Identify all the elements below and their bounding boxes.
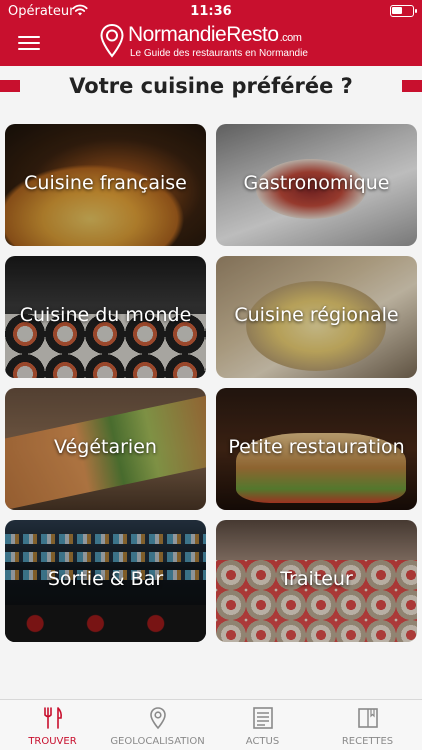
brand-main: NormandieResto [128, 23, 279, 46]
tab-trouver[interactable]: TROUVER [0, 700, 105, 750]
tab-label: RECETTES [341, 736, 394, 747]
menu-line [18, 36, 40, 38]
tab-actus[interactable]: ACTUS [210, 700, 315, 750]
fork-knife-icon [44, 707, 62, 729]
heading-accent-right [402, 80, 422, 92]
clock: 11:36 [190, 4, 232, 19]
category-tile-cuisine-du-monde[interactable]: Cuisine du monde [5, 256, 206, 378]
bottom-tab-bar: TROUVER GEOLOCALISATION ACTUS RECETTES [0, 699, 422, 750]
category-tile-sortie-bar[interactable]: Sortie & Bar [5, 520, 206, 642]
tab-recettes[interactable]: RECETTES [315, 700, 420, 750]
category-label: Gastronomique [243, 172, 390, 194]
category-label: Cuisine française [24, 172, 187, 194]
category-tile-vegetarien[interactable]: Végétarien [5, 388, 206, 510]
category-tile-petite-restauration[interactable]: Petite restauration [216, 388, 417, 510]
category-label: Cuisine du monde [19, 304, 192, 326]
brand-tagline: Le Guide des restaurants en Normandie [130, 48, 308, 59]
location-pin-icon [150, 707, 166, 730]
newspaper-icon [253, 707, 273, 729]
category-tile-traiteur[interactable]: Traiteur [216, 520, 417, 642]
category-label: Petite restauration [228, 436, 405, 458]
battery-icon [390, 5, 417, 17]
category-label: Sortie & Bar [47, 568, 164, 590]
category-label: Cuisine régionale [234, 304, 399, 326]
menu-line [18, 48, 40, 50]
menu-line [18, 42, 40, 44]
brand-logo[interactable]: NormandieResto.com Le Guide des restaura… [100, 22, 330, 62]
page-title: Votre cuisine préférée ? [69, 74, 353, 98]
category-tile-cuisine-regionale[interactable]: Cuisine régionale [216, 256, 417, 378]
category-label: Traiteur [280, 568, 353, 590]
page-heading: Votre cuisine préférée ? [0, 66, 422, 108]
menu-button[interactable] [18, 36, 40, 51]
category-tile-gastronomique[interactable]: Gastronomique [216, 124, 417, 246]
status-bar: Opérateur 11:36 [0, 0, 422, 22]
tab-label: TROUVER [28, 736, 77, 747]
map-pin-logo-icon [100, 24, 124, 58]
tab-label: GEOLOCALISATION [110, 736, 205, 747]
brand-name: NormandieResto.com [128, 23, 302, 47]
tab-geolocalisation[interactable]: GEOLOCALISATION [105, 700, 210, 750]
recipe-book-icon [358, 708, 378, 728]
category-tile-cuisine-francaise[interactable]: Cuisine française [5, 124, 206, 246]
category-label: Végétarien [54, 436, 157, 458]
tab-label: ACTUS [245, 736, 280, 747]
brand-tld: .com [279, 32, 302, 44]
top-bar: Opérateur 11:36 NormandieResto.com Le Gu… [0, 0, 422, 66]
